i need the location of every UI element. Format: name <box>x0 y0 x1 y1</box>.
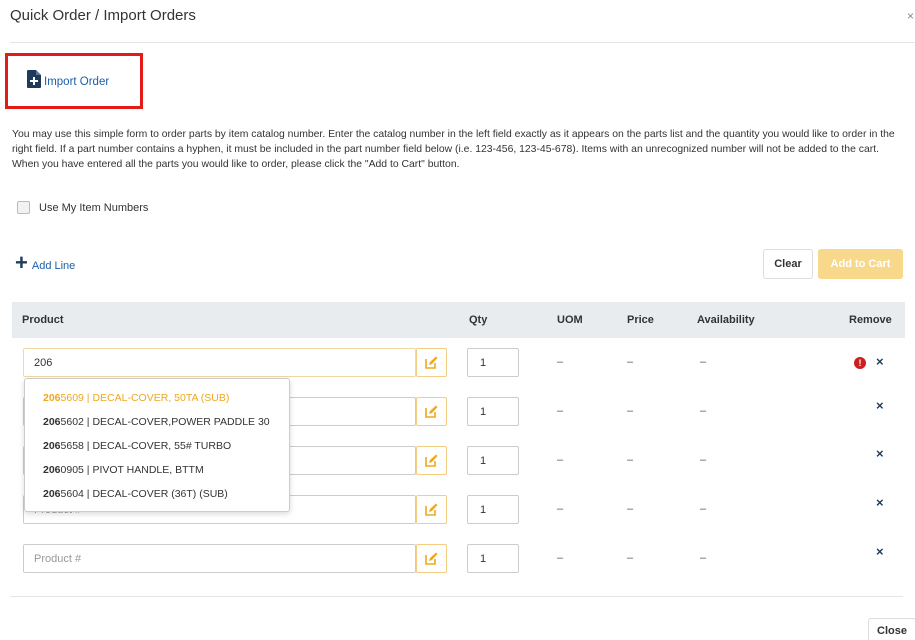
edit-product-button[interactable] <box>416 397 447 426</box>
uom-value: – <box>557 405 564 417</box>
use-my-item-numbers-label: Use My Item Numbers <box>39 201 149 214</box>
close-button[interactable]: Close <box>868 618 915 640</box>
availability-value: – <box>700 356 707 368</box>
edit-icon <box>425 552 438 565</box>
import-order-link[interactable]: Import Order <box>27 70 109 88</box>
remove-icon[interactable]: × <box>876 354 884 369</box>
suggestion-item[interactable]: 2065602 | DECAL-COVER,POWER PADDLE 30 <box>25 410 289 434</box>
product-input[interactable]: 206 <box>23 348 416 377</box>
price-value: – <box>627 356 634 368</box>
suggestion-text: 5604 | DECAL-COVER (36T) (SUB) <box>60 488 228 500</box>
autocomplete-dropdown: 2065609 | DECAL-COVER, 50TA (SUB) 206560… <box>24 378 290 512</box>
header-price: Price <box>627 314 654 326</box>
header-qty: Qty <box>469 314 488 326</box>
qty-input[interactable]: 1 <box>467 495 519 524</box>
uom-value: – <box>557 454 564 466</box>
edit-icon <box>425 405 438 418</box>
availability-value: – <box>700 503 707 515</box>
qty-input[interactable]: 1 <box>467 446 519 475</box>
availability-value: – <box>700 405 707 417</box>
warning-icon: ! <box>854 357 866 369</box>
suggestion-match: 206 <box>43 488 61 500</box>
qty-input[interactable]: 1 <box>467 397 519 426</box>
qty-input[interactable]: 1 <box>467 544 519 573</box>
remove-icon[interactable]: × <box>876 495 884 510</box>
suggestion-item[interactable]: 2065604 | DECAL-COVER (36T) (SUB) <box>25 482 289 506</box>
table-row: Product # 1 – – – × <box>0 544 915 576</box>
edit-product-button[interactable] <box>416 544 447 573</box>
product-input[interactable]: Product # <box>23 544 416 573</box>
header-uom: UOM <box>557 314 583 326</box>
file-plus-icon <box>27 70 41 88</box>
import-order-label: Import Order <box>44 75 110 88</box>
use-my-item-numbers-checkbox[interactable] <box>17 201 30 214</box>
instructions-text: You may use this simple form to order pa… <box>12 129 895 170</box>
edit-product-button[interactable] <box>416 348 447 377</box>
suggestion-match: 206 <box>43 440 61 452</box>
availability-value: – <box>700 454 707 466</box>
suggestion-text: 5658 | DECAL-COVER, 55# TURBO <box>60 440 232 452</box>
uom-value: – <box>557 503 564 515</box>
suggestion-text: 0905 | PIVOT HANDLE, BTTM <box>60 464 204 476</box>
suggestion-match: 206 <box>43 416 61 428</box>
suggestion-item[interactable]: 2065609 | DECAL-COVER, 50TA (SUB) <box>25 386 289 410</box>
suggestion-text: 5602 | DECAL-COVER,POWER PADDLE 30 <box>60 416 270 428</box>
table-row: 206 1 – – – ! × <box>0 348 915 380</box>
header-product: Product <box>22 314 64 326</box>
edit-icon <box>425 356 438 369</box>
price-value: – <box>627 503 634 515</box>
uom-value: – <box>557 552 564 564</box>
add-line-button[interactable]: + Add Line <box>15 250 76 275</box>
clear-button[interactable]: Clear <box>763 249 813 279</box>
suggestion-match: 206 <box>43 464 61 476</box>
add-line-label: Add Line <box>31 259 76 272</box>
remove-icon[interactable]: × <box>876 446 884 461</box>
price-value: – <box>627 405 634 417</box>
add-to-cart-button[interactable]: Add to Cart <box>818 249 903 279</box>
footer-divider <box>10 596 903 597</box>
availability-value: – <box>700 552 707 564</box>
table-header: Product Qty UOM Price Availability Remov… <box>12 302 905 338</box>
remove-icon[interactable]: × <box>876 544 884 559</box>
modal-title: Quick Order / Import Orders <box>10 7 196 24</box>
price-value: – <box>627 454 634 466</box>
use-my-item-numbers-option[interactable]: Use My Item Numbers <box>17 201 148 214</box>
suggestion-match: 206 <box>43 392 61 404</box>
price-value: – <box>627 552 634 564</box>
edit-product-button[interactable] <box>416 446 447 475</box>
suggestion-item[interactable]: 2060905 | PIVOT HANDLE, BTTM <box>25 458 289 482</box>
edit-icon <box>425 454 438 467</box>
uom-value: – <box>557 356 564 368</box>
suggestion-text: 5609 | DECAL-COVER, 50TA (SUB) <box>60 392 230 404</box>
remove-icon[interactable]: × <box>876 398 884 413</box>
qty-input[interactable]: 1 <box>467 348 519 377</box>
close-icon[interactable]: × <box>907 9 914 23</box>
suggestion-item[interactable]: 2065658 | DECAL-COVER, 55# TURBO <box>25 434 289 458</box>
header-remove: Remove <box>849 314 892 326</box>
plus-icon: + <box>15 250 28 275</box>
edit-icon <box>425 503 438 516</box>
header-divider <box>10 42 915 43</box>
header-availability: Availability <box>697 314 755 326</box>
edit-product-button[interactable] <box>416 495 447 524</box>
